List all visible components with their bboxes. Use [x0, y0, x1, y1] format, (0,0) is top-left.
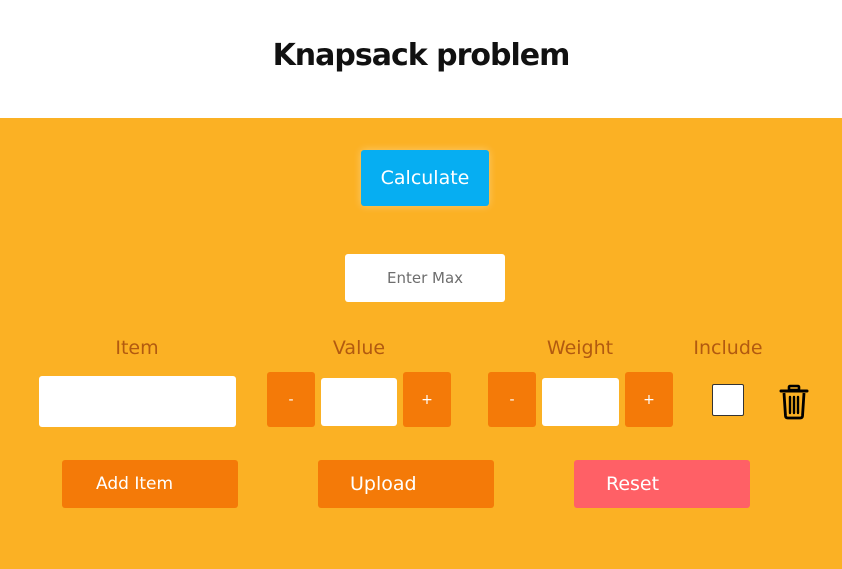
add-item-button[interactable]: Add Item	[62, 460, 238, 508]
column-label-item: Item	[115, 337, 159, 359]
weight-input[interactable]	[542, 378, 619, 426]
max-weight-input[interactable]	[345, 254, 505, 302]
column-label-value: Value	[332, 337, 386, 359]
upload-button[interactable]: Upload	[318, 460, 494, 508]
weight-increment-button[interactable]: +	[625, 372, 673, 427]
include-checkbox[interactable]	[712, 384, 744, 416]
column-label-weight: Weight	[546, 337, 614, 359]
trash-icon[interactable]	[778, 384, 810, 420]
page-title: Knapsack problem	[272, 38, 571, 73]
column-label-include: Include	[693, 337, 763, 359]
value-increment-button[interactable]: +	[403, 372, 451, 427]
header: Knapsack problem	[0, 0, 842, 118]
weight-decrement-button[interactable]: -	[488, 372, 536, 427]
value-decrement-button[interactable]: -	[267, 372, 315, 427]
item-name-input[interactable]	[39, 376, 236, 427]
calculate-button[interactable]: Calculate	[361, 150, 489, 206]
value-input[interactable]	[321, 378, 397, 426]
reset-button[interactable]: Reset	[574, 460, 750, 508]
